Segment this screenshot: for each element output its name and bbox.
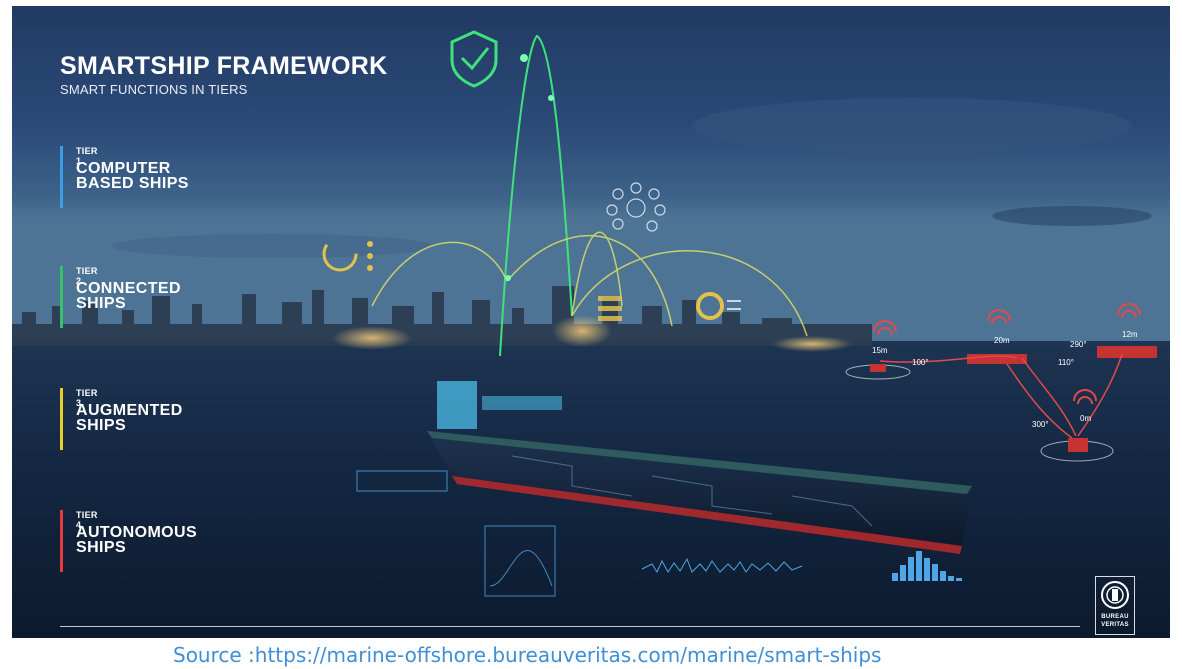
tug-3-distance: 12m — [1122, 330, 1138, 339]
tug-1-distance: 15m — [872, 346, 888, 355]
tier-1-name-line2: BASED SHIPS — [76, 175, 189, 192]
logo-line2: VERITAS — [1101, 622, 1129, 628]
angle-label-4: 300° — [1032, 420, 1049, 429]
hero-image: SMARTSHIP FRAMEWORK SMART FUNCTIONS IN T… — [12, 6, 1170, 638]
page-subtitle: SMART FUNCTIONS IN TIERS — [60, 82, 248, 97]
tier-1-color-bar — [60, 146, 63, 208]
tier-4-color-bar — [60, 510, 63, 572]
tier-3-name: AUGMENTED SHIPS — [76, 402, 256, 434]
tier-4-name-line1: AUTONOMOUS — [76, 524, 198, 541]
bureau-veritas-logo: BUREAU VERITAS — [1095, 576, 1135, 635]
angle-label-3: 290° — [1070, 340, 1087, 349]
text-overlay: SMARTSHIP FRAMEWORK SMART FUNCTIONS IN T… — [12, 6, 1170, 638]
source-caption: Source :https://marine-offshore.bureauve… — [173, 643, 882, 667]
page-title: SMARTSHIP FRAMEWORK — [60, 52, 388, 80]
tier-2-name-line2: SHIPS — [76, 295, 127, 312]
tier-1-name: COMPUTER BASED SHIPS — [76, 160, 256, 192]
tier-1-name-line1: COMPUTER — [76, 160, 171, 177]
tug-4-distance: 0m — [1080, 414, 1092, 423]
bottom-divider — [60, 626, 1080, 627]
angle-label-1: 100° — [912, 358, 929, 367]
tier-2-color-bar — [60, 266, 63, 328]
angle-label-2: 110° — [1058, 358, 1074, 367]
tier-2-name: CONNECTED SHIPS — [76, 280, 256, 312]
seal-icon — [1101, 581, 1129, 609]
tier-3-name-line1: AUGMENTED — [76, 402, 183, 419]
logo-line1: BUREAU — [1101, 614, 1129, 620]
tug-2-distance: 20m — [994, 336, 1010, 345]
tier-4-name: AUTONOMOUS SHIPS — [76, 524, 256, 556]
tier-3-name-line2: SHIPS — [76, 417, 127, 434]
tier-3-color-bar — [60, 388, 63, 450]
tier-2-name-line1: CONNECTED — [76, 280, 181, 297]
tier-4-name-line2: SHIPS — [76, 539, 127, 556]
